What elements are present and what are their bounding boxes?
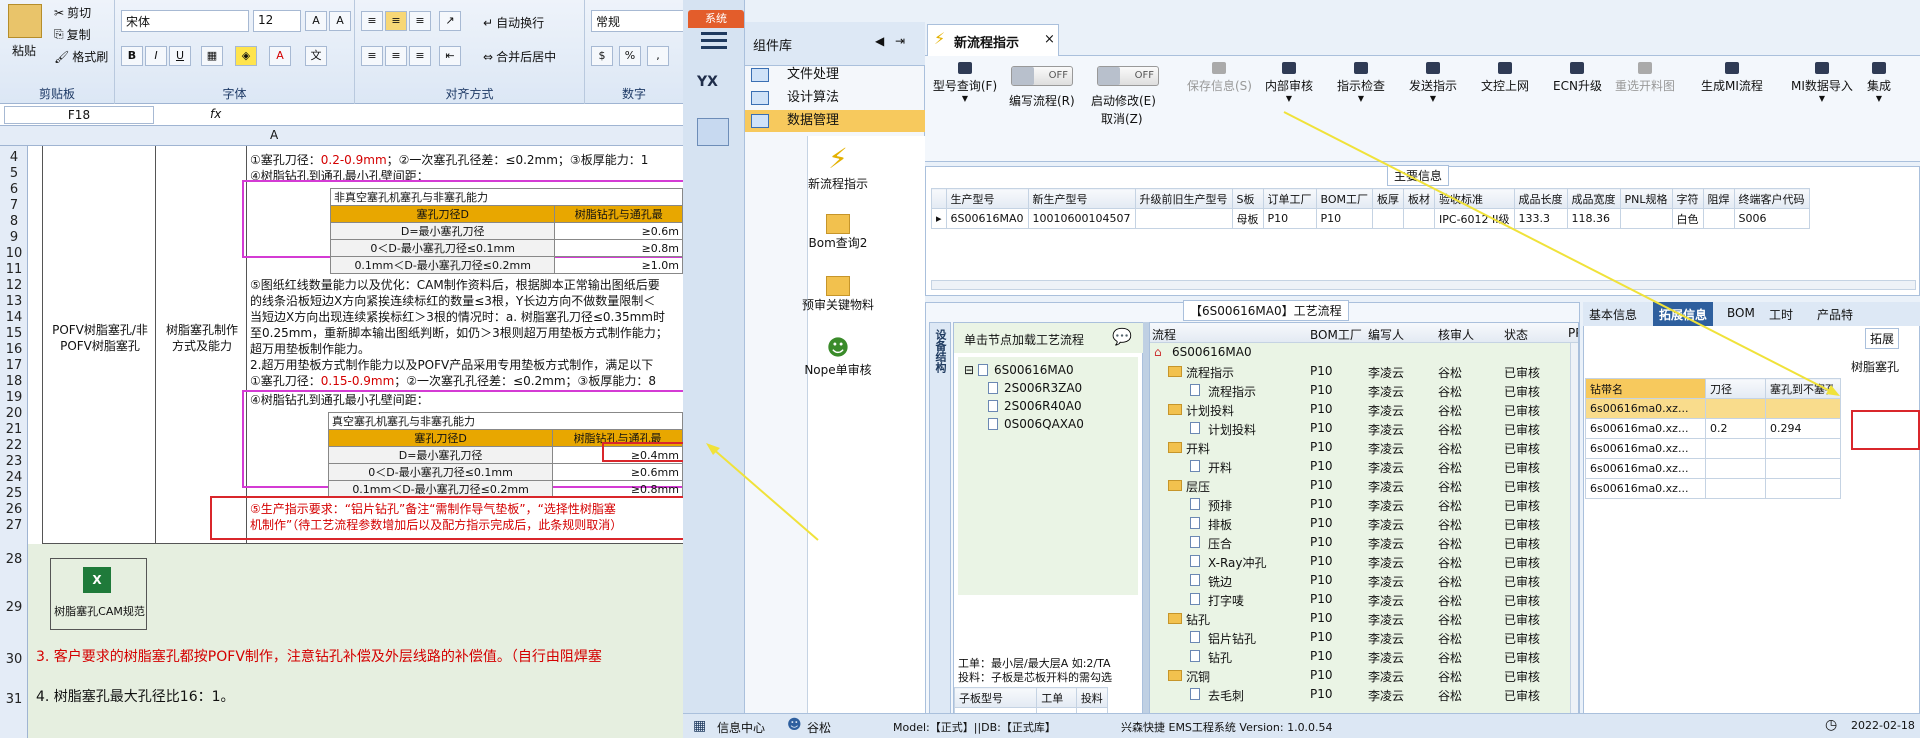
arrow-head-2 — [1826, 385, 1840, 396]
arrow-line-1 — [711, 447, 819, 541]
screen: 粘贴 ✂ 剪切 ⎘ 复制 🖌 格式刷 剪贴板 宋体 12 A A B I U ▦ ◈ … — [0, 0, 1920, 738]
annotation-arrows — [706, 111, 1840, 541]
arrow-line-2 — [1283, 111, 1833, 393]
